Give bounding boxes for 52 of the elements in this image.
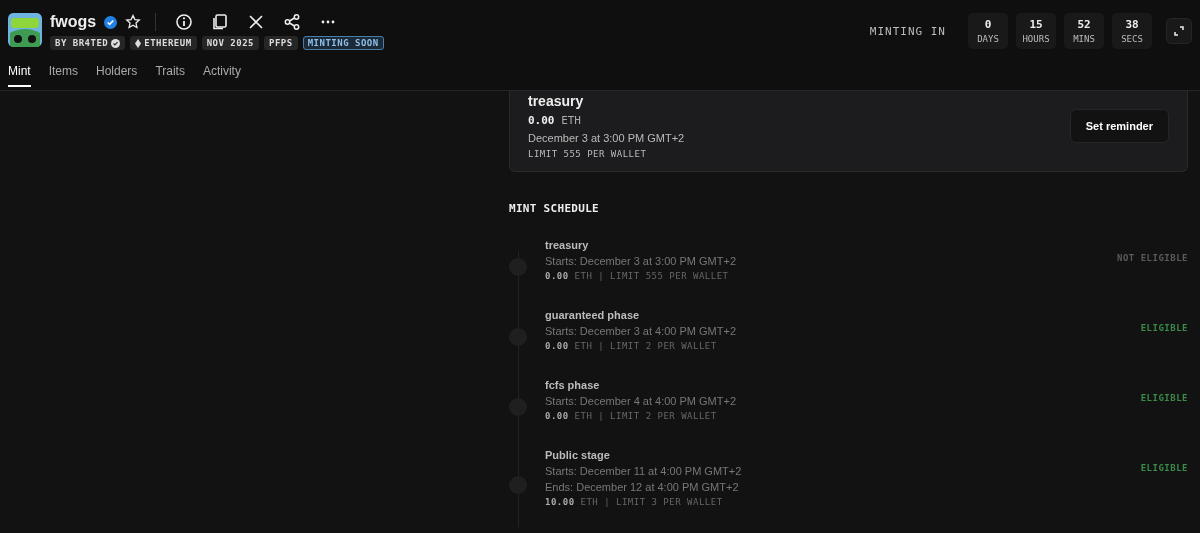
countdown-value: 15 [1029,18,1043,31]
share-icon[interactable] [283,13,302,31]
collection-name: fwogs [50,13,97,31]
copy-icon[interactable] [211,13,230,31]
tag-label: NOV 2025 [206,38,254,48]
countdown-value: 38 [1125,18,1139,31]
phase-name: treasury [545,239,590,251]
phase-limit: LIMIT 555 PER WALLET [528,149,648,159]
set-reminder-button[interactable]: Set reminder [1069,109,1169,143]
phase-name: Public stage [545,449,611,461]
star-icon[interactable] [125,14,142,30]
phase-price: 0.00 ETH [528,114,582,127]
ethereum-icon [135,38,142,48]
phase-title: treasury [528,93,585,109]
expand-icon [1174,26,1184,36]
countdown-unit-label: SECS [1121,34,1143,44]
phase-date: Starts: December 11 at 4:00 PM GMT+2 [545,465,743,477]
countdown-value: 52 [1077,18,1091,31]
tag-label: BY BR4TED [55,38,109,48]
countdown-value: 0 [984,18,992,31]
eligibility-status: NOT ELIGIBLE [1116,253,1188,263]
countdown-label: MINTING IN [869,24,946,38]
countdown-unit-label: MINS [1073,34,1095,44]
phase-date: Ends: December 12 at 4:00 PM GMT+2 [545,481,740,493]
collection-avatar [8,13,42,47]
phase-terms: 10.00 ETH | LIMIT 3 PER WALLET [545,497,724,507]
eligibility-status: ELIGIBLE [1140,393,1188,403]
phase-date: Starts: December 3 at 4:00 PM GMT+2 [545,325,738,337]
phase-date: Starts: December 4 at 4:00 PM GMT+2 [545,395,738,407]
tag-label: ETHEREUM [144,38,192,48]
eligibility-status: ELIGIBLE [1140,323,1188,333]
countdown-unit-label: HOURS [1022,34,1050,44]
nav-tab[interactable]: Activity [202,64,241,87]
expand-button[interactable] [1166,18,1192,44]
section-title: MINT SCHEDULE [509,202,600,215]
phase-name: guaranteed phase [545,309,641,321]
nav-tab[interactable]: Mint [8,64,31,87]
tag-label: MINTING SOON [307,38,379,48]
eligibility-status: ELIGIBLE [1140,463,1188,473]
phase-terms: 0.00 ETH | LIMIT 2 PER WALLET [545,341,718,351]
phase-name: fcfs phase [545,379,601,391]
phase-terms: 0.00 ETH | LIMIT 555 PER WALLET [545,271,730,281]
nav-tab[interactable]: Holders [96,64,138,87]
phase-terms: 0.00 ETH | LIMIT 2 PER WALLET [545,411,718,421]
phase-date: Starts: December 3 at 3:00 PM GMT+2 [545,255,738,267]
nav-tab[interactable]: Items [48,64,78,87]
info-icon[interactable] [175,13,194,31]
nav-tab[interactable]: Traits [155,64,185,87]
countdown-unit-label: DAYS [977,34,999,44]
phase-date: December 3 at 3:00 PM GMT+2 [528,132,686,144]
x-icon[interactable] [247,13,266,31]
tag-label: PFPS [269,38,293,48]
